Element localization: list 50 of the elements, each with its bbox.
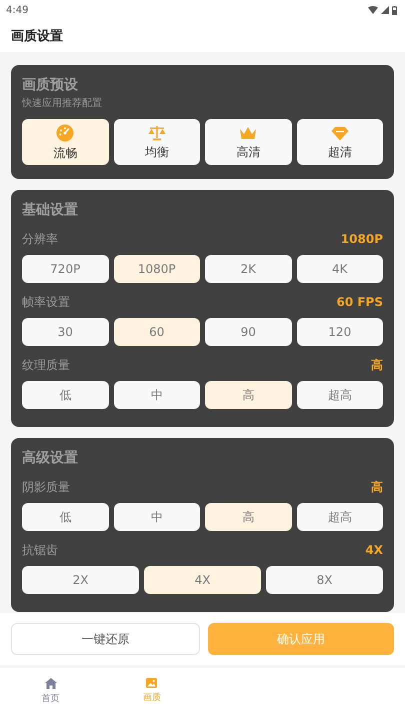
option-button[interactable]: 高 <box>205 381 292 409</box>
page-title: 画质设置 <box>11 28 63 45</box>
option-button[interactable]: 超高 <box>296 381 383 409</box>
option-button[interactable]: 720P <box>22 255 108 283</box>
option-button[interactable]: 2X <box>22 566 139 594</box>
card-title: 画质预设 <box>22 76 79 95</box>
setting-value: 高 <box>371 357 383 373</box>
home-icon <box>44 678 57 688</box>
option-button[interactable]: 60 <box>114 318 200 346</box>
setting-value: 4X <box>365 542 383 558</box>
option-button[interactable]: 90 <box>205 318 292 346</box>
setting-label: 阴影质量 <box>22 479 70 495</box>
status-time: 4:49 <box>6 4 28 16</box>
option-button[interactable]: 低 <box>22 381 108 409</box>
setting-value: 1080P <box>340 231 383 247</box>
setting-label: 帧率设置 <box>22 294 70 310</box>
preset-button[interactable]: 均衡 <box>114 119 200 165</box>
gauge-icon <box>56 124 74 142</box>
preset-button[interactable]: 超清 <box>296 119 383 165</box>
wifi-icon <box>368 6 378 14</box>
image-icon <box>146 678 158 688</box>
option-button[interactable]: 4X <box>144 566 261 594</box>
option-button[interactable]: 低 <box>22 503 108 531</box>
preset-button[interactable]: 流畅 <box>22 119 108 165</box>
crown-icon <box>239 126 258 140</box>
card-subtitle: 快速应用推荐配置 <box>22 97 103 111</box>
card-title: 基础设置 <box>22 201 79 220</box>
reset-button[interactable]: 一键还原 <box>11 623 200 655</box>
diamond-icon <box>330 126 349 140</box>
option-button[interactable]: 4K <box>296 255 383 283</box>
card-title: 高级设置 <box>22 448 79 468</box>
option-button[interactable]: 中 <box>114 381 200 409</box>
option-button[interactable]: 1080P <box>114 255 200 283</box>
option-button[interactable]: 2K <box>205 255 292 283</box>
option-button[interactable]: 高 <box>205 503 292 531</box>
nav-tab[interactable]: 首页 <box>22 676 80 706</box>
setting-label: 分辨率 <box>22 231 58 247</box>
option-button[interactable]: 8X <box>266 566 383 594</box>
setting-label: 抗锯齿 <box>22 542 58 558</box>
setting-value: 60 FPS <box>336 294 383 310</box>
battery-icon <box>392 6 397 14</box>
option-button[interactable]: 超高 <box>296 503 383 531</box>
signal-icon <box>381 6 389 14</box>
scales-icon <box>148 125 166 141</box>
setting-label: 纹理质量 <box>22 357 70 373</box>
option-button[interactable]: 中 <box>114 503 200 531</box>
option-button[interactable]: 120 <box>296 318 383 346</box>
preset-button[interactable]: 高清 <box>205 119 292 165</box>
option-button[interactable]: 30 <box>22 318 108 346</box>
setting-value: 高 <box>371 479 383 495</box>
